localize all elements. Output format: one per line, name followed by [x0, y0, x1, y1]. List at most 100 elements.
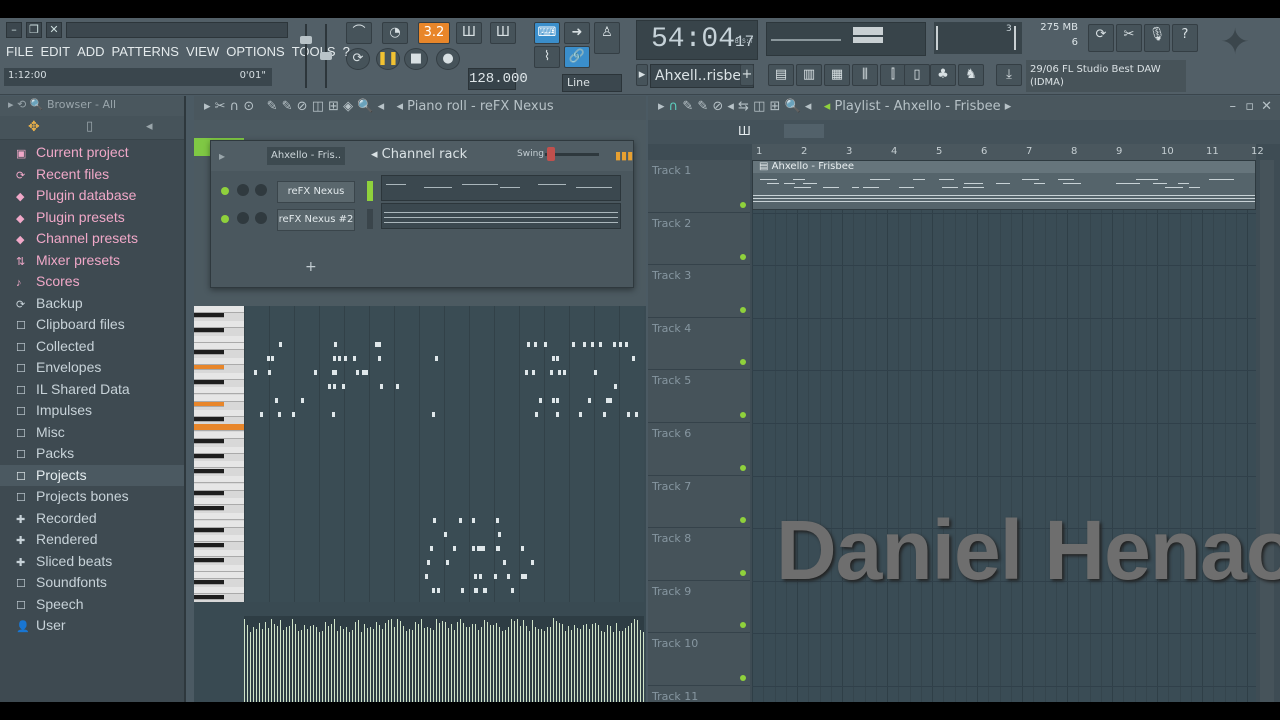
velocity-bar[interactable]	[595, 622, 596, 702]
piano-key[interactable]	[194, 380, 224, 385]
browser-item-recent-files[interactable]: ⟳ Recent files	[0, 164, 184, 186]
track-mute-led-icon[interactable]	[740, 622, 746, 629]
track-header[interactable]: Track 9	[648, 580, 750, 634]
note[interactable]	[472, 546, 476, 551]
file-icon[interactable]: ▯	[86, 119, 93, 134]
note[interactable]	[608, 398, 612, 403]
velocity-bar[interactable]	[436, 619, 437, 702]
pan-knob-icon[interactable]	[237, 184, 249, 196]
note[interactable]	[625, 342, 629, 347]
note[interactable]	[279, 342, 283, 347]
note[interactable]	[334, 342, 338, 347]
tempo-display[interactable]: 128.000	[468, 68, 528, 90]
note[interactable]	[278, 412, 282, 417]
pattern-number[interactable]: 3.2	[418, 22, 450, 44]
restore-icon[interactable]: ❐	[26, 22, 42, 38]
note[interactable]	[338, 356, 342, 361]
velocity-bar[interactable]	[439, 623, 440, 702]
volume-knob-icon[interactable]	[255, 184, 267, 196]
velocity-bar[interactable]	[625, 627, 626, 702]
track-header[interactable]: Track 4	[648, 317, 750, 371]
piano-key[interactable]	[194, 394, 244, 402]
pause-button[interactable]: ❚❚	[376, 48, 400, 70]
piano-keyboard[interactable]	[194, 306, 244, 602]
velocity-bar[interactable]	[403, 626, 404, 702]
note[interactable]	[458, 518, 462, 523]
velocity-bar[interactable]	[637, 619, 638, 702]
velocity-bar[interactable]	[502, 630, 503, 702]
velocity-bar[interactable]	[304, 625, 305, 702]
channel-rack-icon[interactable]: ▦	[824, 64, 850, 86]
menu-patterns[interactable]: PATTERNS	[112, 44, 179, 59]
note[interactable]	[562, 370, 566, 375]
piano-key[interactable]	[194, 505, 224, 511]
piano-key[interactable]	[194, 439, 224, 445]
add-pattern-icon[interactable]: +	[740, 64, 754, 86]
record-button[interactable]: ●	[436, 48, 460, 70]
velocity-bar[interactable]	[496, 623, 497, 702]
velocity-bar[interactable]	[556, 620, 557, 702]
browser-item-rendered[interactable]: ✚ Rendered	[0, 529, 184, 551]
note-grid[interactable]	[244, 306, 644, 602]
velocity-bar[interactable]	[259, 622, 260, 702]
velocity-bar[interactable]	[463, 623, 464, 702]
velocity-bar[interactable]	[262, 628, 263, 702]
velocity-bar[interactable]	[265, 621, 266, 702]
piano-key[interactable]	[194, 587, 244, 595]
metronome-icon[interactable]: ⌒	[346, 22, 372, 44]
note[interactable]	[590, 342, 594, 347]
piano-key[interactable]	[194, 483, 244, 491]
plugin-picker-icon[interactable]: ♣	[930, 64, 956, 86]
step-icon[interactable]: ⌇	[534, 46, 560, 68]
browser-item-envelopes[interactable]: ☐ Envelopes	[0, 357, 184, 379]
mixer-icon[interactable]: ⫼	[852, 64, 878, 86]
piano-key[interactable]	[194, 498, 244, 506]
note[interactable]	[557, 370, 561, 375]
velocity-bar[interactable]	[616, 623, 617, 702]
piano-key[interactable]	[194, 476, 244, 484]
velocity-lane[interactable]	[244, 616, 644, 702]
note[interactable]	[378, 356, 382, 361]
track-mute-led-icon[interactable]	[740, 254, 746, 261]
note[interactable]	[268, 370, 272, 375]
note[interactable]	[433, 518, 437, 523]
browser-item-packs[interactable]: ☐ Packs	[0, 443, 184, 465]
wait-input-icon[interactable]: ◔	[382, 22, 408, 44]
velocity-bar[interactable]	[322, 631, 323, 702]
velocity-bar[interactable]	[349, 631, 350, 702]
note[interactable]	[435, 356, 439, 361]
channel-row[interactable]: reFX Nexus #2	[221, 203, 621, 233]
loop-record-icon[interactable]: ⟳	[346, 48, 370, 70]
note[interactable]	[588, 398, 592, 403]
note[interactable]	[461, 588, 465, 593]
velocity-bar[interactable]	[472, 624, 473, 702]
velocity-bar[interactable]	[520, 625, 521, 702]
note[interactable]	[572, 342, 576, 347]
note[interactable]	[556, 412, 559, 417]
browser-item-clipboard-files[interactable]: ☐ Clipboard files	[0, 314, 184, 336]
velocity-bar[interactable]	[619, 630, 620, 702]
stop-button[interactable]: ■	[404, 48, 428, 70]
note[interactable]	[506, 574, 510, 579]
note[interactable]	[429, 546, 433, 551]
browser-item-soundfonts[interactable]: ☐ Soundfonts	[0, 572, 184, 594]
note[interactable]	[253, 370, 257, 375]
note[interactable]	[521, 546, 525, 551]
velocity-bar[interactable]	[490, 624, 491, 702]
velocity-bar[interactable]	[301, 629, 302, 702]
note[interactable]	[342, 384, 346, 389]
note[interactable]	[472, 518, 476, 523]
velocity-bar[interactable]	[316, 627, 317, 702]
note[interactable]	[618, 342, 622, 347]
playlist-ruler[interactable]: 1 2 3 4 5 6 7 8 9 10 11 12	[752, 144, 1264, 160]
velocity-bar[interactable]	[514, 621, 515, 702]
velocity-bar[interactable]	[328, 625, 329, 702]
track-mute-led-icon[interactable]	[740, 674, 746, 681]
velocity-bar[interactable]	[334, 619, 335, 702]
velocity-bar[interactable]	[622, 630, 623, 702]
track-header[interactable]: Track 11	[648, 685, 750, 702]
channel-pattern-preview[interactable]	[381, 203, 621, 229]
step-edit-icon[interactable]: Ш	[456, 22, 482, 44]
velocity-bar[interactable]	[529, 630, 530, 702]
velocity-bar[interactable]	[355, 621, 356, 702]
